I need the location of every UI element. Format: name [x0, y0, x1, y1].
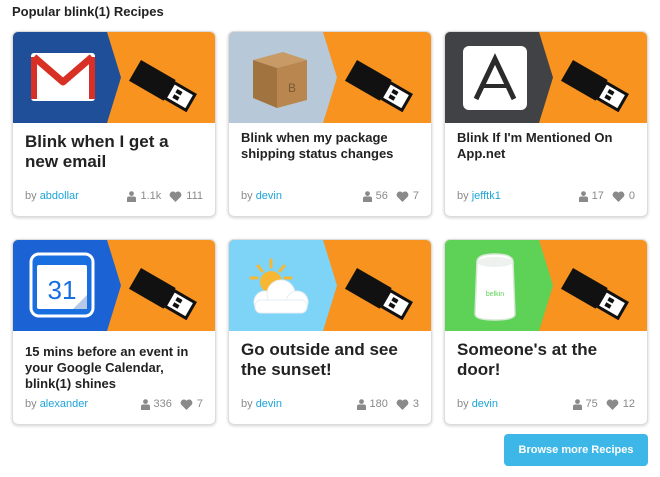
- recipe-title[interactable]: Go outside and see the sunset!: [241, 340, 421, 380]
- recipe-title[interactable]: 15 mins before an event in your Google C…: [25, 344, 205, 392]
- recipe-title[interactable]: Someone's at the door!: [457, 340, 637, 380]
- recipe-meta: by jefftk1 17 0: [457, 190, 635, 204]
- person-icon: [127, 190, 137, 202]
- person-icon: [356, 398, 366, 410]
- recipe-banner: B: [229, 32, 431, 123]
- views-count: 336: [153, 398, 172, 410]
- heart-icon[interactable]: [169, 191, 182, 202]
- likes-count: 12: [622, 398, 635, 410]
- recipe-title[interactable]: Blink If I'm Mentioned On App.net: [457, 130, 637, 162]
- recipe-banner: belkin: [445, 240, 647, 331]
- heart-icon[interactable]: [396, 399, 409, 410]
- heart-icon[interactable]: [606, 399, 619, 410]
- recipe-title[interactable]: Blink when my package shipping status ch…: [241, 130, 421, 162]
- recipe-card-package-shipping[interactable]: B Blink when my package shipping status …: [228, 31, 432, 217]
- by-label: by: [241, 398, 253, 410]
- recipe-card-sunset[interactable]: Go outside and see the sunset! by devin …: [228, 239, 432, 425]
- heart-icon[interactable]: [612, 191, 625, 202]
- by-label: by: [25, 190, 37, 202]
- recipe-meta: by devin 56 7: [241, 190, 419, 204]
- by-label: by: [457, 398, 469, 410]
- recipe-card-appnet-mention[interactable]: Blink If I'm Mentioned On App.net by jef…: [444, 31, 648, 217]
- package-icon: B: [253, 52, 307, 108]
- person-icon: [140, 398, 150, 410]
- recipe-banner: [13, 32, 215, 123]
- recipe-banner: 31: [13, 240, 215, 331]
- author-link[interactable]: devin: [256, 398, 282, 410]
- heart-icon[interactable]: [180, 399, 193, 410]
- author-link[interactable]: alexander: [40, 398, 88, 410]
- calendar-icon: 31: [29, 252, 95, 318]
- by-label: by: [457, 190, 469, 202]
- views-count: 1.1k: [140, 190, 162, 202]
- views-count: 17: [591, 190, 604, 202]
- belkin-icon: belkin: [474, 253, 516, 321]
- recipe-meta: by abdollar 1.1k 111: [25, 190, 203, 204]
- recipe-card-someone-at-door[interactable]: belkin Someone's at the door! by devin 7…: [444, 239, 648, 425]
- person-icon: [572, 398, 582, 410]
- author-link[interactable]: abdollar: [40, 190, 79, 202]
- recipe-card-google-calendar[interactable]: 31 15 mins before an event in your Googl…: [12, 239, 216, 425]
- likes-count: 0: [628, 190, 635, 202]
- svg-text:31: 31: [48, 275, 77, 305]
- views-count: 56: [375, 190, 388, 202]
- recipe-banner: [229, 240, 431, 331]
- likes-count: 7: [412, 190, 419, 202]
- author-link[interactable]: devin: [472, 398, 498, 410]
- heart-icon[interactable]: [396, 191, 409, 202]
- recipe-meta: by alexander 336 7: [25, 398, 203, 412]
- browse-more-recipes-button[interactable]: Browse more Recipes: [504, 434, 648, 466]
- by-label: by: [241, 190, 253, 202]
- page-title: Popular blink(1) Recipes: [12, 4, 164, 19]
- author-link[interactable]: devin: [256, 190, 282, 202]
- recipe-meta: by devin 180 3: [241, 398, 419, 412]
- likes-count: 7: [196, 398, 203, 410]
- likes-count: 111: [186, 190, 203, 202]
- recipe-title[interactable]: Blink when I get a new email: [25, 132, 205, 172]
- views-count: 180: [369, 398, 388, 410]
- svg-text:B: B: [288, 81, 296, 95]
- appnet-icon: [463, 46, 527, 110]
- svg-text:belkin: belkin: [486, 291, 504, 298]
- recipe-card-new-email[interactable]: Blink when I get a new email by abdollar…: [12, 31, 216, 217]
- recipe-banner: [445, 32, 647, 123]
- by-label: by: [25, 398, 37, 410]
- recipe-meta: by devin 75 12: [457, 398, 635, 412]
- person-icon: [578, 190, 588, 202]
- likes-count: 3: [412, 398, 419, 410]
- gmail-icon: [31, 53, 95, 101]
- author-link[interactable]: jefftk1: [472, 190, 501, 202]
- views-count: 75: [585, 398, 598, 410]
- person-icon: [362, 190, 372, 202]
